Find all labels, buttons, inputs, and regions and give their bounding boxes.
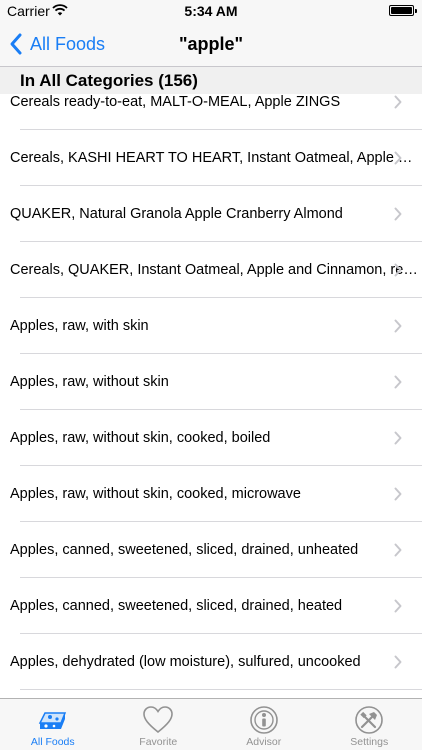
list-item-label: Cereals, QUAKER, Instant Oatmeal, Apple … — [10, 262, 422, 278]
list-item[interactable]: Apples, raw, without skin, cooked, micro… — [0, 466, 422, 522]
list-item-label: Apples, canned, sweetened, sliced, drain… — [10, 598, 343, 614]
list-item-label: Apples, raw, without skin, cooked, boile… — [10, 430, 271, 446]
tab-settings[interactable]: Settings — [317, 699, 422, 750]
list-item-label: Apples, raw, without skin — [10, 374, 169, 390]
list-item[interactable]: Cereals ready-to-eat, MALT-O-MEAL, Apple… — [0, 94, 422, 130]
row-separator — [20, 689, 422, 690]
chevron-right-icon — [394, 95, 402, 109]
chevron-right-icon — [394, 263, 402, 277]
battery-fill — [391, 7, 412, 14]
section-header-label: In All Categories (156) — [20, 71, 198, 90]
tab-label: Favorite — [139, 736, 178, 748]
tools-icon — [355, 706, 384, 734]
navigation-bar: All Foods "apple" — [0, 22, 422, 66]
chevron-right-icon — [394, 375, 402, 389]
status-bar: Carrier 5:34 AM — [0, 0, 422, 22]
tab-advisor[interactable]: Advisor — [211, 699, 317, 750]
chevron-right-icon — [394, 599, 402, 613]
list-item-label: Apples, dehydrated (low moisture), sulfu… — [10, 654, 361, 670]
food-icon — [38, 712, 66, 729]
list-item[interactable]: Apples, raw, without skin — [0, 354, 422, 410]
list-item[interactable]: Cereals, QUAKER, Instant Oatmeal, Apple … — [0, 242, 422, 298]
tab-label: All Foods — [30, 736, 75, 748]
tab-bar: All Foods Favorite Advisor Settings — [0, 698, 422, 750]
tab-label: Advisor — [246, 736, 282, 748]
list-item[interactable]: Apples, canned, sweetened, sliced, drain… — [0, 522, 422, 578]
chevron-right-icon — [394, 319, 402, 333]
battery-icon — [389, 5, 417, 16]
section-header: In All Categories (156) — [0, 66, 422, 94]
list-item-label: Apples, raw, with skin — [10, 318, 149, 334]
list-item[interactable]: Cereals, KASHI HEART TO HEART, Instant O… — [0, 130, 422, 186]
list-item[interactable]: QUAKER, Natural Granola Apple Cranberry … — [0, 186, 422, 242]
list-item[interactable]: Apples, dehydrated (low moisture), sulfu… — [0, 634, 422, 690]
chevron-right-icon — [394, 207, 402, 221]
chevron-right-icon — [394, 655, 402, 669]
chevron-right-icon — [394, 431, 402, 445]
list-item-label: QUAKER, Natural Granola Apple Cranberry … — [10, 206, 343, 222]
food-list: Cereals ready-to-eat, MALT-O-MEAL, Apple… — [0, 94, 422, 698]
tab-favorite[interactable]: Favorite — [106, 699, 212, 750]
list-item-label: Apples, canned, sweetened, sliced, drain… — [10, 542, 359, 558]
list-item-label: Cereals, KASHI HEART TO HEART, Instant O… — [10, 150, 422, 166]
list-item[interactable]: Apples, raw, with skin — [0, 298, 422, 354]
tab-label: Settings — [350, 736, 389, 748]
advisor-icon — [249, 706, 278, 734]
chevron-right-icon — [394, 487, 402, 501]
list-item-label: Apples, raw, without skin, cooked, micro… — [10, 486, 301, 502]
list-item[interactable]: Apples, raw, without skin, cooked, boile… — [0, 410, 422, 466]
chevron-right-icon — [394, 543, 402, 557]
page-title: "apple" — [178, 34, 244, 54]
list-item[interactable]: Apples, canned, sweetened, sliced, drain… — [0, 578, 422, 634]
chevron-right-icon — [394, 151, 402, 165]
list-item-label: Cereals ready-to-eat, MALT-O-MEAL, Apple… — [10, 94, 341, 110]
clock: 5:34 AM — [184, 3, 238, 19]
heart-icon — [143, 706, 174, 734]
tab-all-foods[interactable]: All Foods — [0, 699, 106, 750]
